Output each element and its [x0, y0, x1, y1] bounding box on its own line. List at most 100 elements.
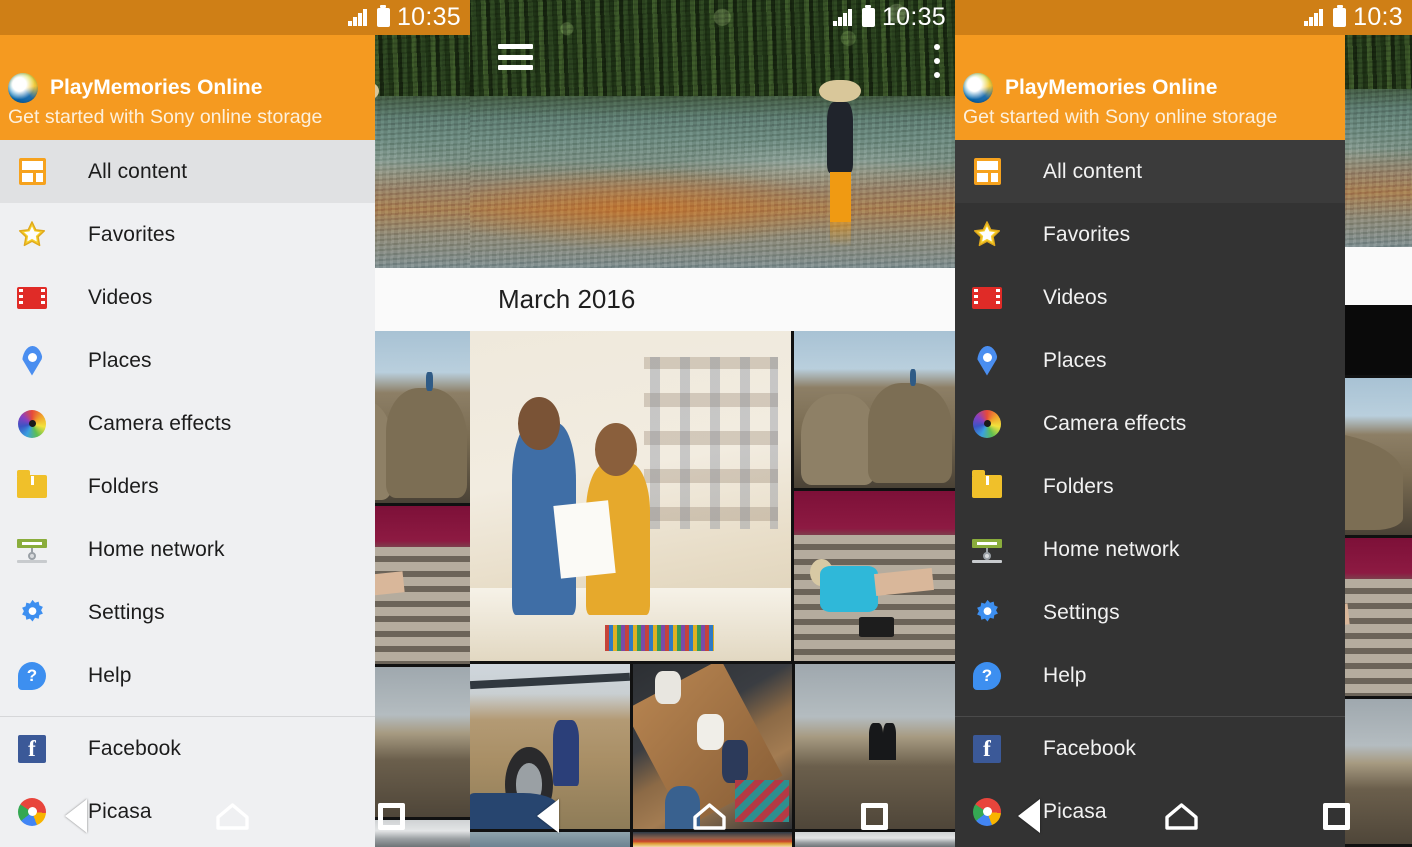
playmemories-logo-icon — [8, 72, 38, 103]
drawer-item-favorites[interactable]: Favorites — [0, 203, 375, 266]
system-navigation-bar — [955, 785, 1412, 847]
back-nav-icon[interactable] — [64, 799, 87, 833]
home-network-icon — [963, 537, 1011, 563]
drawer-item-settings[interactable]: Settings — [0, 581, 375, 644]
map-pin-icon — [963, 345, 1011, 376]
drawer-item-folders[interactable]: Folders — [955, 455, 1345, 518]
drawer-item-label: Folders — [88, 474, 159, 498]
drawer-item-label: Places — [1043, 348, 1107, 372]
question-bubble-icon: ? — [8, 661, 56, 690]
map-pin-icon — [8, 345, 56, 376]
drawer-item-videos[interactable]: Videos — [0, 266, 375, 329]
drawer-item-all-content[interactable]: All content — [0, 140, 375, 203]
back-nav-icon[interactable] — [1017, 799, 1040, 833]
battery-icon — [376, 5, 390, 27]
status-bar: 10:35 — [470, 0, 955, 35]
status-bar: 10:3 — [955, 0, 1412, 35]
drawer-item-videos[interactable]: Videos — [955, 266, 1345, 329]
photo-thumb[interactable] — [794, 331, 955, 489]
back-nav-icon[interactable] — [537, 799, 560, 833]
status-time: 10:3 — [1353, 3, 1403, 31]
drawer-item-label: All content — [1043, 159, 1143, 183]
home-nav-icon[interactable] — [1164, 802, 1198, 830]
drawer-item-settings[interactable]: Settings — [955, 581, 1345, 644]
drawer-item-label: Settings — [1043, 600, 1120, 624]
drawer-item-folders[interactable]: Folders — [0, 455, 375, 518]
drawer-item-camera-effects[interactable]: Camera effects — [0, 392, 375, 455]
color-wheel-icon — [963, 409, 1011, 438]
folder-icon — [8, 470, 56, 498]
gear-icon — [8, 598, 56, 627]
drawer-item-label: Camera effects — [1043, 411, 1187, 435]
film-strip-icon — [8, 286, 56, 309]
drawer-item-list: All content Favorites Videos Places Came… — [0, 140, 375, 716]
home-nav-icon[interactable] — [216, 802, 249, 830]
navigation-drawer: PlayMemories Online Get started with Son… — [955, 0, 1345, 847]
phone-screen-dark-drawer: 10:3 PlayMemories Online Get started wit… — [955, 0, 1412, 847]
app-bar — [470, 44, 955, 78]
app-name: PlayMemories Online — [1005, 76, 1218, 100]
photo-thumb[interactable] — [794, 491, 955, 661]
month-header-label: March 2016 — [498, 284, 636, 314]
drawer-item-help[interactable]: ? Help — [955, 644, 1345, 707]
facebook-icon — [8, 734, 56, 763]
drawer-item-favorites[interactable]: Favorites — [955, 203, 1345, 266]
color-wheel-icon — [8, 409, 56, 438]
drawer-item-label: Folders — [1043, 474, 1114, 498]
signal-bars-icon — [347, 9, 370, 26]
facebook-icon — [963, 734, 1011, 763]
battery-icon — [1333, 5, 1347, 27]
gear-icon — [963, 598, 1011, 627]
home-nav-icon[interactable] — [693, 802, 727, 830]
drawer-item-facebook[interactable]: Facebook — [0, 717, 375, 780]
battery-icon — [861, 5, 875, 27]
system-navigation-bar — [0, 785, 470, 847]
drawer-item-facebook[interactable]: Facebook — [955, 717, 1345, 780]
overflow-menu-icon[interactable] — [933, 44, 941, 78]
star-icon — [963, 220, 1011, 249]
drawer-item-label: Help — [88, 663, 132, 687]
drawer-item-home-network[interactable]: Home network — [955, 518, 1345, 581]
recents-nav-icon[interactable] — [1322, 802, 1350, 830]
drawer-item-places[interactable]: Places — [0, 329, 375, 392]
film-strip-icon — [963, 286, 1011, 309]
recents-nav-icon[interactable] — [378, 802, 406, 830]
drawer-item-label: Videos — [1043, 285, 1108, 309]
hamburger-menu-icon[interactable] — [498, 44, 533, 70]
question-bubble-icon: ? — [963, 661, 1011, 690]
drawer-item-label: Help — [1043, 663, 1087, 687]
system-navigation-bar — [470, 785, 955, 847]
drawer-item-help[interactable]: ? Help — [0, 644, 375, 707]
drawer-item-label: Favorites — [1043, 222, 1131, 246]
status-bar: 10:35 — [0, 0, 470, 35]
playmemories-logo-icon — [963, 72, 993, 103]
phone-screen-gallery: March 2016 10:35 — [470, 0, 955, 847]
drawer-item-label: Settings — [88, 600, 165, 624]
photo-thumb[interactable] — [470, 331, 792, 661]
drawer-item-list: All content Favorites Videos Places Came… — [955, 140, 1345, 716]
gallery-content — [470, 0, 955, 847]
star-icon — [8, 220, 56, 249]
drawer-item-label: Facebook — [88, 736, 182, 760]
drawer-item-label: Home network — [1043, 537, 1180, 561]
status-time: 10:35 — [396, 3, 461, 31]
drawer-item-all-content[interactable]: All content — [955, 140, 1345, 203]
drawer-item-label: Camera effects — [88, 411, 232, 435]
month-header: March 2016 — [470, 268, 955, 331]
drawer-item-label: Places — [88, 348, 152, 372]
drawer-item-camera-effects[interactable]: Camera effects — [955, 392, 1345, 455]
drawer-item-places[interactable]: Places — [955, 329, 1345, 392]
drawer-item-label: All content — [88, 159, 188, 183]
folder-icon — [963, 470, 1011, 498]
recents-nav-icon[interactable] — [860, 802, 888, 830]
drawer-item-home-network[interactable]: Home network — [0, 518, 375, 581]
drawer-item-label: Home network — [88, 537, 225, 561]
app-tagline: Get started with Sony online storage — [963, 105, 1278, 128]
hero-photo[interactable] — [470, 0, 955, 268]
signal-bars-icon — [1304, 9, 1326, 26]
all-content-icon — [963, 158, 1011, 185]
status-time: 10:35 — [881, 3, 946, 31]
app-name: PlayMemories Online — [50, 76, 263, 100]
phone-screen-light-drawer: 10:35 PlayMemories Online Get started wi… — [0, 0, 470, 847]
drawer-item-label: Favorites — [88, 222, 176, 246]
